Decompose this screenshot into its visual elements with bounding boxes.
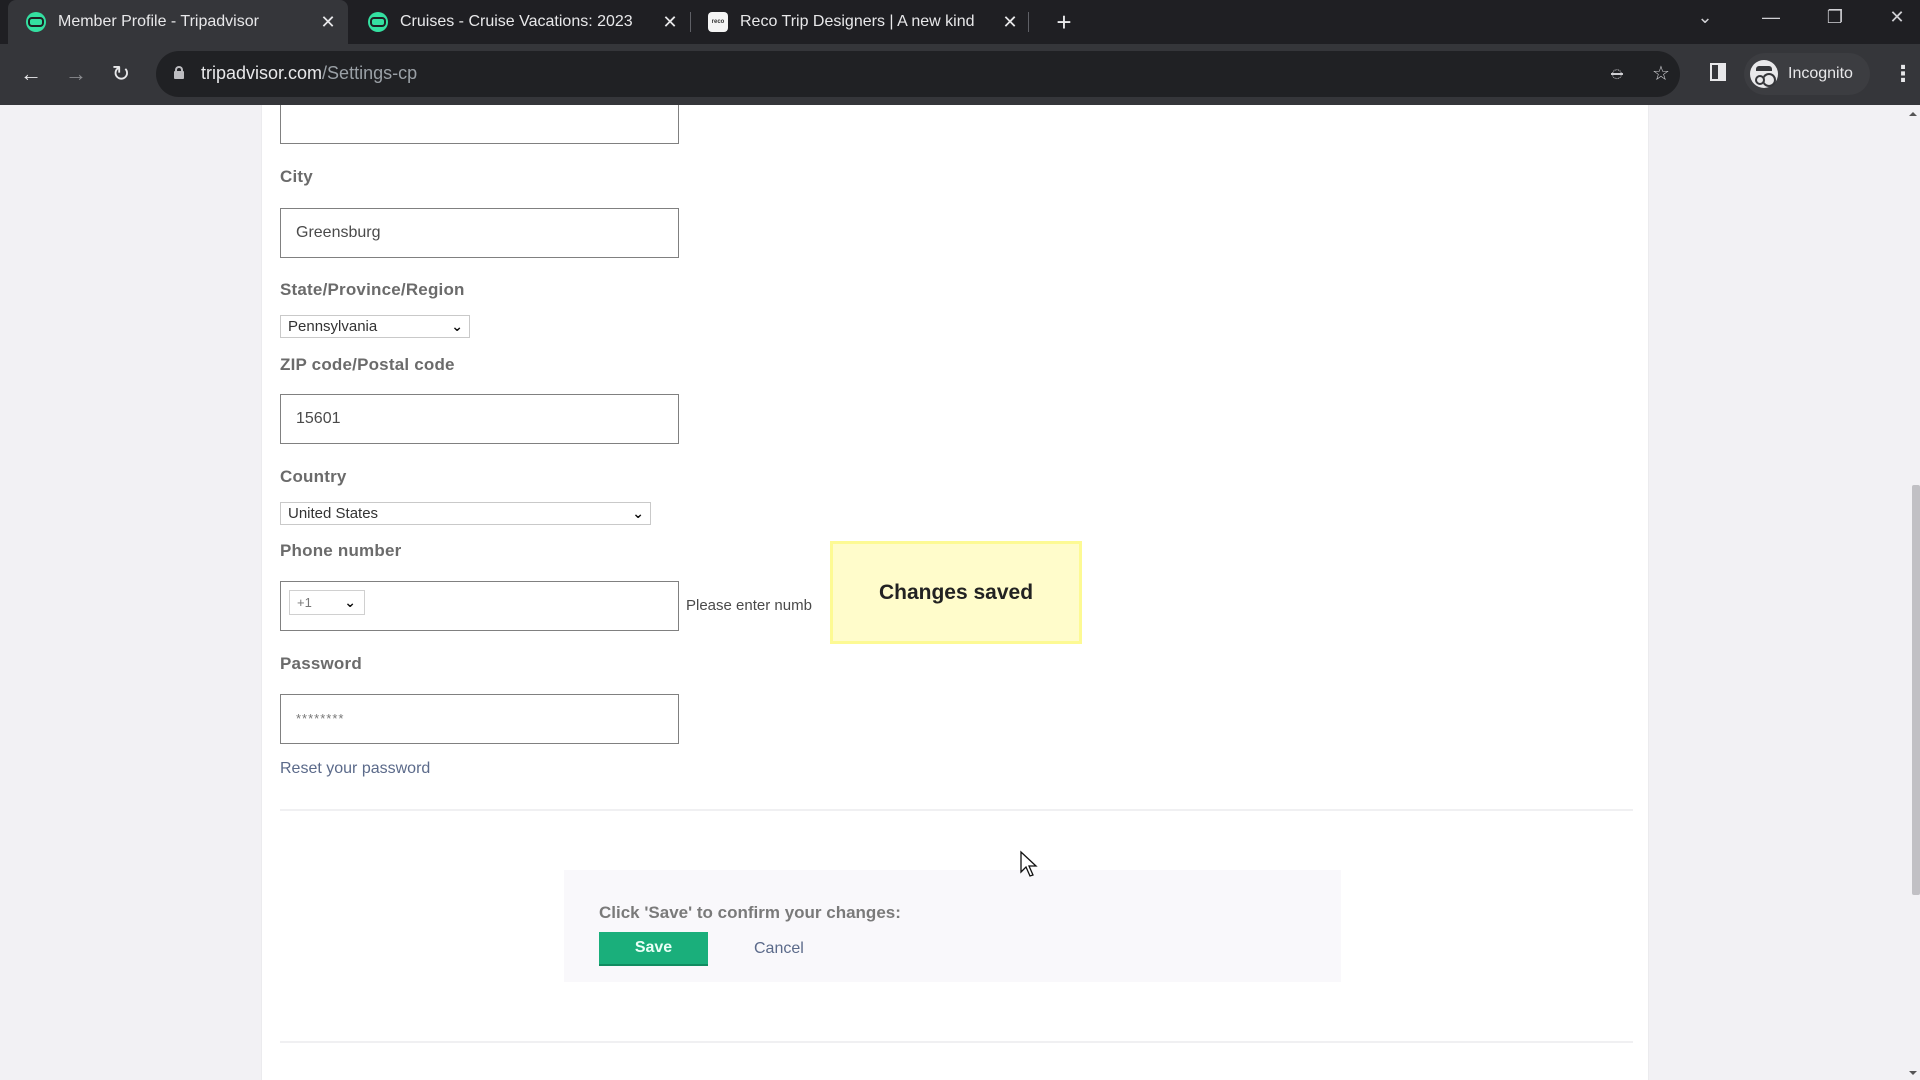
back-button[interactable]: ←	[13, 56, 49, 92]
tab-cruises[interactable]: Cruises - Cruise Vacations: 2023 ✕	[350, 0, 690, 44]
tab-title: Reco Trip Designers | A new kind	[740, 13, 975, 30]
browser-menu-icon[interactable]: ⋮	[1892, 60, 1914, 88]
close-tab-icon[interactable]: ✕	[316, 12, 340, 33]
new-tab-button[interactable]: +	[1048, 6, 1080, 38]
toast-message: Changes saved	[878, 580, 1034, 604]
restore-button[interactable]: ❐	[1812, 0, 1858, 36]
address-bar[interactable]: tripadvisor.com/Settings-cp ◌ ☆	[156, 51, 1680, 97]
url-domain: tripadvisor.com	[201, 63, 323, 83]
zip-label: ZIP code/Postal code	[280, 355, 455, 374]
scroll-up-arrow-icon[interactable]	[1909, 112, 1917, 116]
password-input[interactable]: ********	[280, 694, 679, 744]
changes-saved-toast: Changes saved	[830, 541, 1082, 644]
country-select[interactable]: United States ⌄	[280, 502, 651, 525]
star-icon[interactable]: ☆	[1648, 61, 1674, 87]
phone-label: Phone number	[280, 541, 402, 560]
save-confirmation-panel: Click 'Save' to confirm your changes: Sa…	[564, 870, 1341, 982]
url-path: /Settings-cp	[322, 63, 418, 83]
browser-toolbar: ← → ↻ tripadvisor.com/Settings-cp ◌ ☆ In…	[0, 44, 1920, 105]
zip-input[interactable]: 15601	[280, 394, 679, 444]
eye-off-icon[interactable]: ◌	[1604, 61, 1630, 87]
state-selected-value: Pennsylvania	[288, 318, 378, 335]
section-divider	[280, 809, 1633, 811]
incognito-profile-button[interactable]: Incognito	[1744, 53, 1870, 95]
country-code-value: +1	[297, 595, 312, 610]
url-text[interactable]: tripadvisor.com/Settings-cp	[201, 63, 417, 84]
city-label: City	[280, 167, 313, 186]
scroll-down-arrow-icon[interactable]	[1909, 1071, 1917, 1075]
tab-title: Cruises - Cruise Vacations: 2023	[400, 13, 633, 30]
tab-title: Member Profile - Tripadvisor	[58, 13, 259, 30]
chevron-down-icon: ⌄	[451, 318, 463, 334]
mouse-cursor-icon	[1020, 850, 1038, 877]
section-divider	[280, 1041, 1633, 1043]
close-tab-icon[interactable]: ✕	[998, 12, 1022, 33]
tab-reco-trip-designers[interactable]: reco Reco Trip Designers | A new kind ✕	[690, 0, 1030, 44]
state-label: State/Province/Region	[280, 280, 465, 299]
state-select[interactable]: Pennsylvania ⌄	[280, 315, 470, 338]
page-viewport: City Greensburg State/Province/Region Pe…	[0, 105, 1920, 1080]
tripadvisor-icon	[368, 12, 388, 32]
password-label: Password	[280, 654, 362, 673]
country-selected-value: United States	[288, 505, 379, 522]
page-scrollbar[interactable]	[1905, 105, 1920, 1080]
country-code-select[interactable]: +1 ⌄	[289, 590, 365, 615]
save-button[interactable]: Save	[599, 932, 708, 966]
tab-member-profile[interactable]: Member Profile - Tripadvisor ✕	[8, 0, 348, 44]
tab-strip: Member Profile - Tripadvisor ✕ Cruises -…	[0, 0, 1920, 44]
incognito-label: Incognito	[1788, 65, 1853, 82]
side-panel-icon[interactable]	[1710, 63, 1726, 81]
scrollbar-thumb[interactable]	[1912, 485, 1920, 895]
reco-icon: reco	[708, 12, 728, 32]
reset-password-link[interactable]: Reset your password	[280, 760, 430, 778]
phone-input[interactable]: +1 ⌄	[280, 581, 679, 631]
save-prompt: Click 'Save' to confirm your changes:	[599, 903, 901, 922]
close-window-button[interactable]: ✕	[1874, 0, 1920, 36]
city-input[interactable]: Greensburg	[280, 208, 679, 258]
minimize-button[interactable]: —	[1748, 0, 1794, 36]
country-label: Country	[280, 467, 347, 486]
phone-hint: Please enter numb	[686, 597, 812, 614]
forward-button[interactable]: →	[58, 56, 94, 92]
reload-button[interactable]: ↻	[103, 56, 139, 92]
close-tab-icon[interactable]: ✕	[658, 12, 682, 33]
tripadvisor-icon	[26, 12, 46, 32]
chevron-down-icon: ⌄	[344, 594, 356, 610]
address-line-input[interactable]	[280, 105, 679, 144]
tab-separator	[1028, 12, 1029, 32]
lock-icon[interactable]	[174, 66, 184, 79]
chevron-down-icon: ⌄	[632, 505, 644, 521]
tab-search-icon[interactable]: ⌄	[1682, 0, 1728, 36]
incognito-icon	[1750, 60, 1778, 88]
cancel-link[interactable]: Cancel	[754, 940, 804, 958]
